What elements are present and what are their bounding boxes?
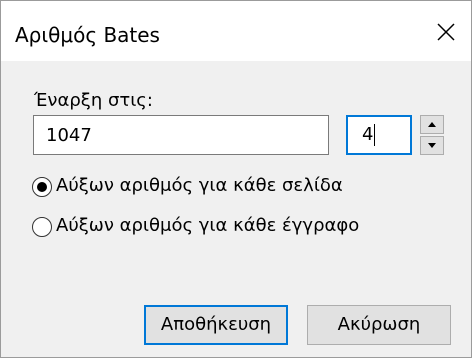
bates-number-dialog: Αριθμός Bates Έναρξη στις: 4 Αύξων αριθμ… (0, 0, 472, 358)
digits-input[interactable]: 4 (346, 115, 412, 155)
digits-value: 4 (362, 124, 374, 145)
radio-label-per-page: Αύξων αριθμός για κάθε σελίδα (56, 175, 343, 196)
radio-button-per-document[interactable] (32, 217, 52, 237)
close-icon[interactable] (436, 22, 456, 42)
text-caret (374, 124, 376, 146)
start-number-input[interactable] (33, 115, 329, 155)
triangle-up-icon (428, 122, 436, 127)
save-button[interactable]: Αποθήκευση (144, 305, 288, 345)
spin-down-button[interactable] (420, 136, 444, 155)
radio-label-per-document: Αύξων αριθμός για κάθε έγγραφο (56, 215, 360, 236)
spin-up-button[interactable] (420, 115, 444, 134)
radio-button-per-page[interactable] (32, 177, 52, 197)
start-at-label: Έναρξη στις: (34, 90, 153, 111)
dialog-title: Αριθμός Bates (15, 23, 160, 47)
cancel-button[interactable]: Ακύρωση (307, 305, 451, 345)
title-bar[interactable]: Αριθμός Bates (1, 1, 471, 61)
radio-selected-dot (37, 182, 47, 192)
triangle-down-icon (428, 143, 436, 148)
